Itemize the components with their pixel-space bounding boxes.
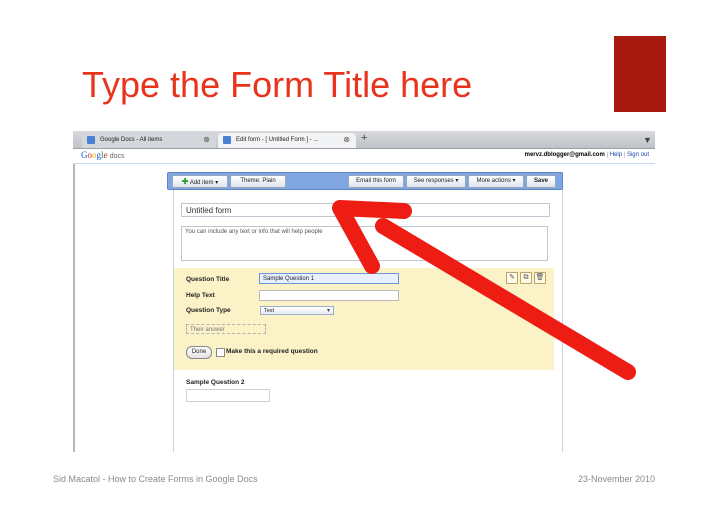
- red-arrow-annotation: [332, 200, 636, 380]
- arrow-shaft: [375, 218, 636, 380]
- footer-left-text: Sid Macatol - How to Create Forms in Goo…: [53, 474, 258, 484]
- footer-date: 23-November 2010: [578, 474, 656, 484]
